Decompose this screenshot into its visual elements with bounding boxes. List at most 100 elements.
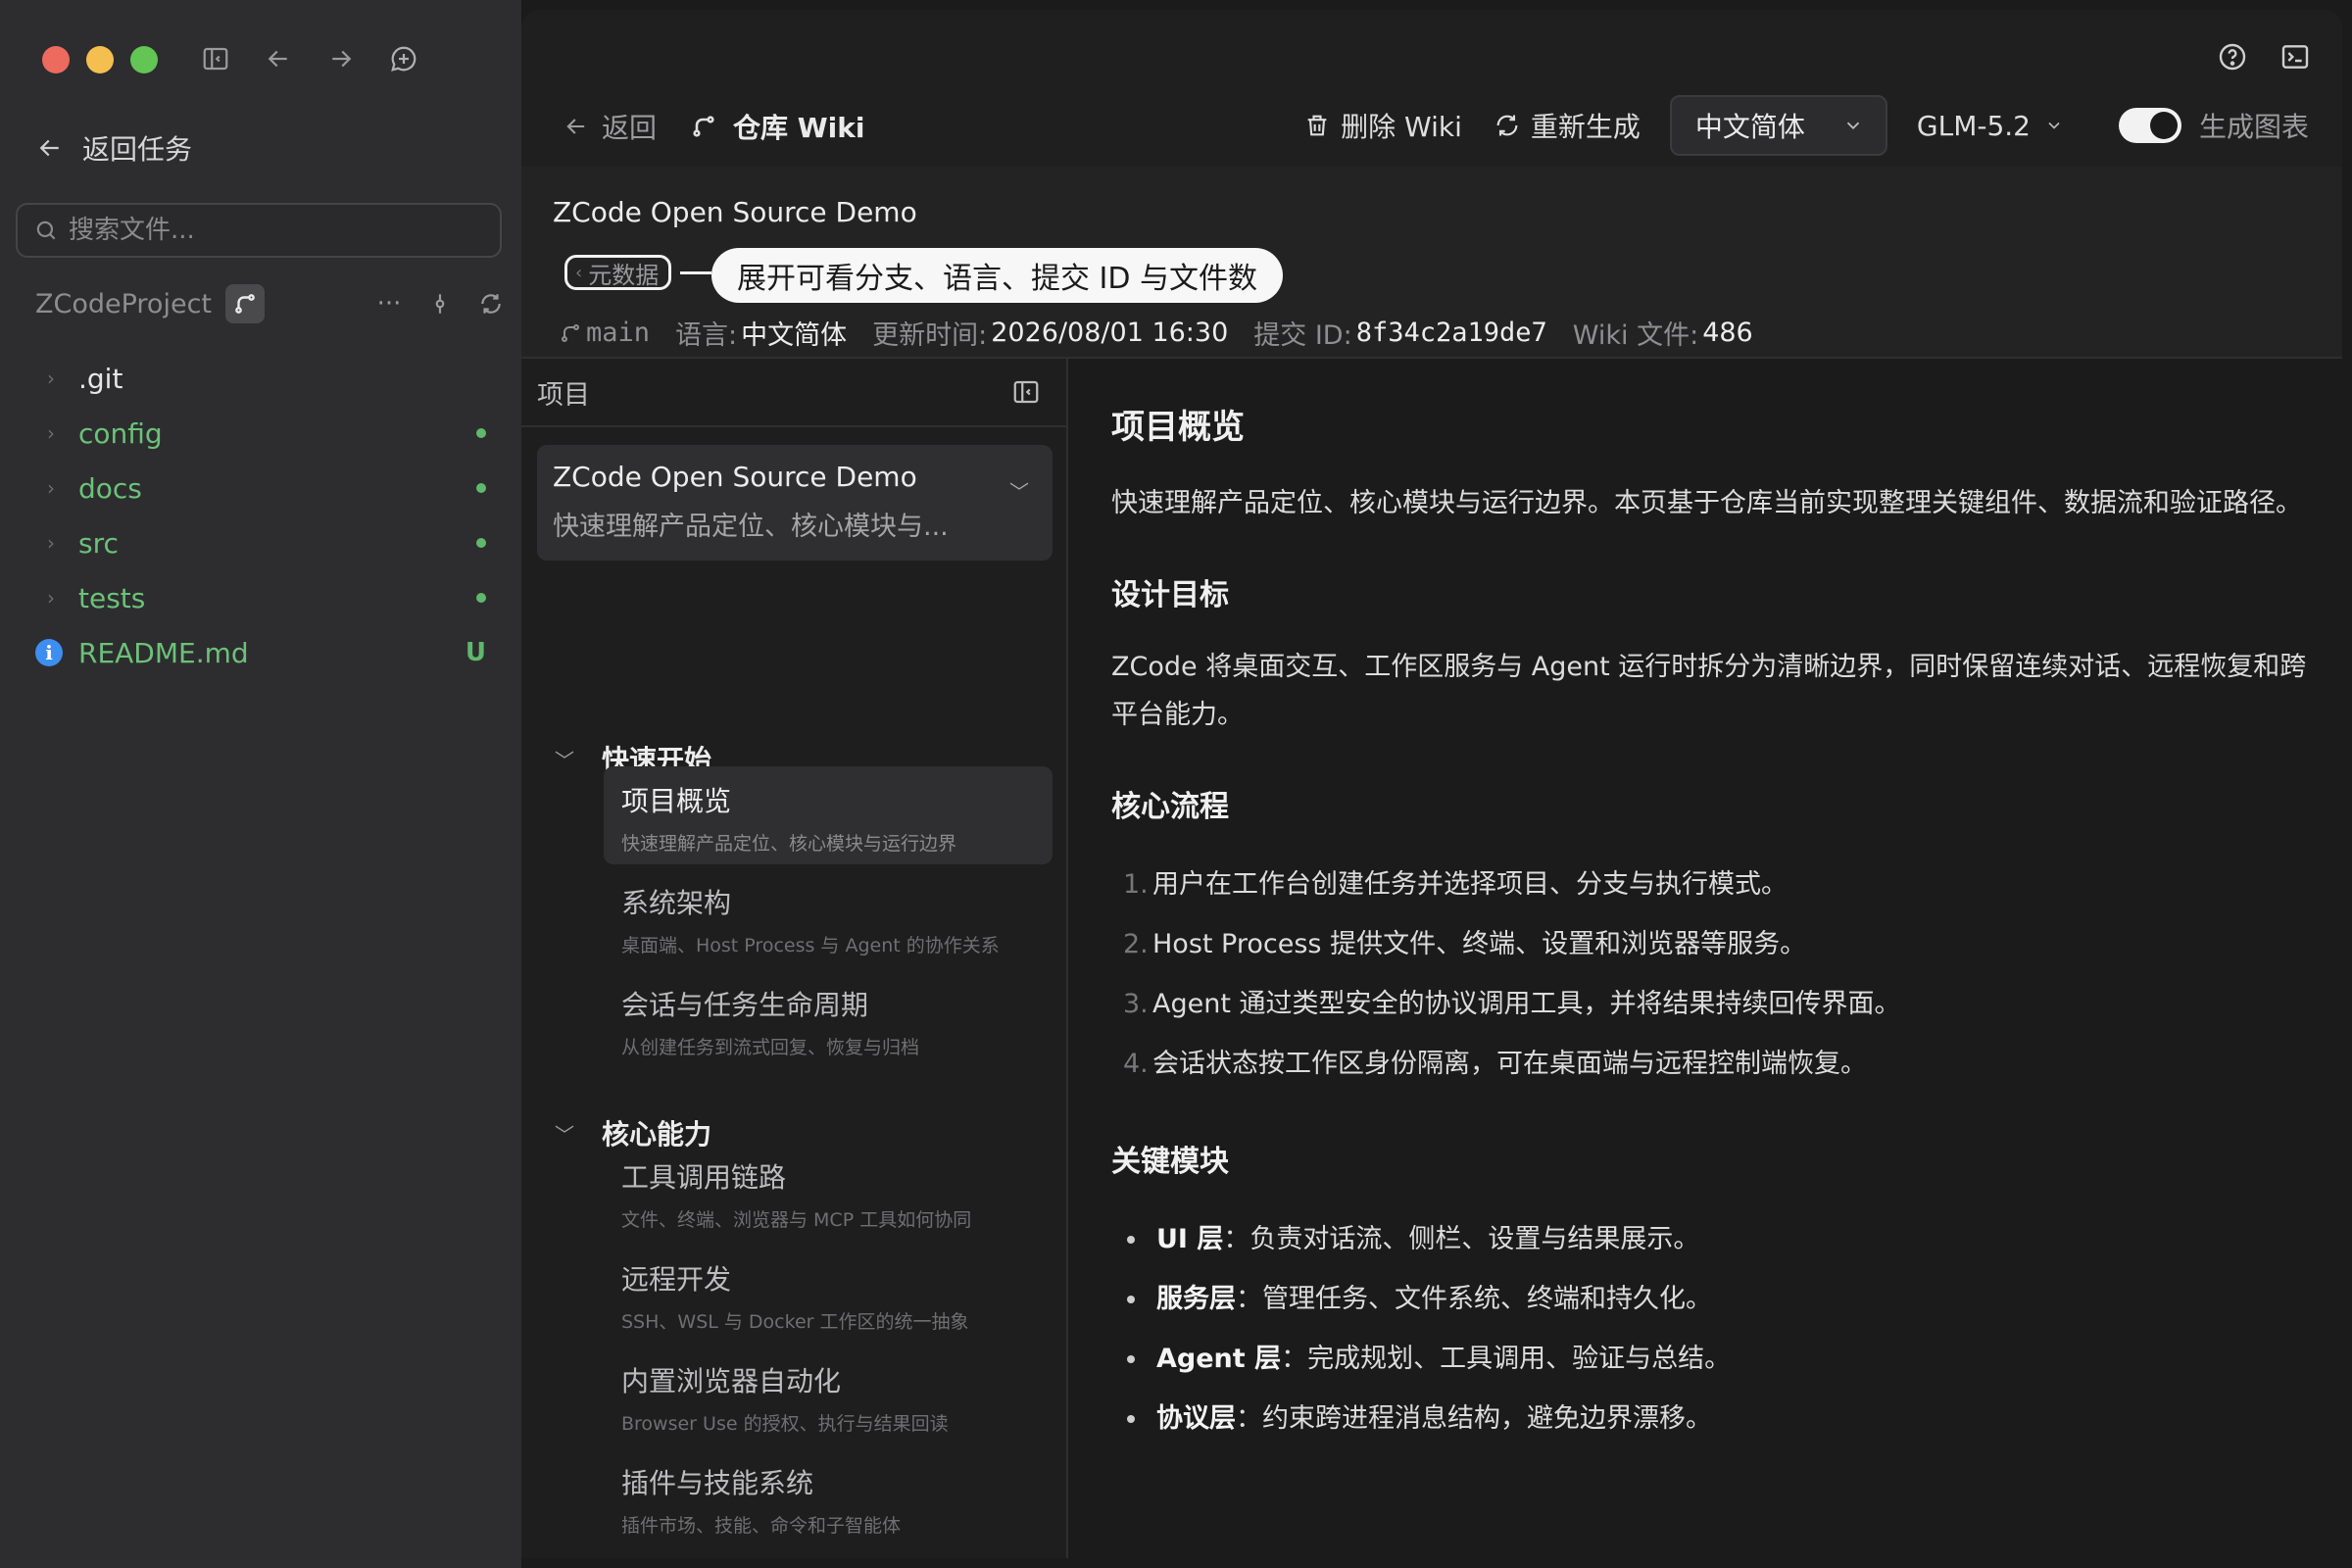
page-subtitle: Browser Use 的授权、执行与结果回读 <box>621 1413 949 1435</box>
project-card[interactable]: ZCode Open Source Demo 快速理解产品定位、核心模块与...… <box>537 445 1053 561</box>
more-options-icon[interactable]: ··· <box>374 289 404 318</box>
regenerate-label: 重新生成 <box>1530 111 1641 143</box>
regenerate-button[interactable]: 重新生成 <box>1494 106 1641 145</box>
page-item-plugins[interactable]: 插件与技能系统 插件市场、技能、命令和子智能体 <box>604 1448 1053 1546</box>
list-item: 1. 用户在工作台创建任务并选择项目、分支与执行模式。 <box>1111 855 2311 914</box>
page-subtitle: 桌面端、Host Process 与 Agent 的协作关系 <box>621 935 1000 956</box>
branch-name: main <box>586 318 651 348</box>
delete-wiki-button[interactable]: 删除 Wiki <box>1303 106 1462 145</box>
language-select-value: 中文简体 <box>1694 111 1805 143</box>
tree-item-src[interactable]: › src <box>35 515 486 570</box>
maximize-window-button[interactable] <box>130 46 158 74</box>
nav-back-icon[interactable] <box>259 39 298 78</box>
page-title: 系统架构 <box>621 887 732 919</box>
tree-item-readme[interactable]: i README.md U <box>35 625 486 680</box>
wiki-article: 项目概览 快速理解产品定位、核心模块与运行边界。本页基于仓库当前实现整理关键组件… <box>1070 359 2342 1558</box>
delete-wiki-label: 删除 Wiki <box>1341 111 1462 143</box>
project-card-title: ZCode Open Source Demo <box>553 461 917 493</box>
wiki-toolbar: 返回 仓库 Wiki 删除 Wiki 重新生成 中文简体 GLM-5.2 生成图… <box>521 10 2342 167</box>
page-subtitle: 从创建任务到流式回复、恢复与归档 <box>621 1037 920 1058</box>
collapse-panel-icon[interactable] <box>1011 377 1041 407</box>
article-title: 项目概览 <box>1111 408 1245 447</box>
module-name: Agent 层 <box>1156 1344 1282 1374</box>
model-select[interactable]: GLM-5.2 <box>1917 110 2064 142</box>
back-to-tasks-button[interactable]: 返回任务 <box>35 128 192 168</box>
page-item-architecture[interactable]: 系统架构 桌面端、Host Process 与 Agent 的协作关系 <box>604 868 1053 966</box>
wiki-back-label: 返回 <box>602 112 658 144</box>
page-title: 项目概览 <box>621 785 732 817</box>
terminal-icon[interactable] <box>2278 39 2313 74</box>
list-item: 3. Agent 通过类型安全的协议调用工具，并将结果持续回传界面。 <box>1111 974 2311 1034</box>
tree-item-config[interactable]: › config <box>35 406 486 461</box>
minimize-window-button[interactable] <box>86 46 114 74</box>
wiki-nav-header: 项目 <box>521 359 1066 427</box>
language-select[interactable]: 中文简体 <box>1669 95 1887 156</box>
files-value: 486 <box>1702 318 1753 348</box>
file-search-input[interactable] <box>69 216 480 245</box>
page-item-lifecycle[interactable]: 会话与任务生命周期 从创建任务到流式回复、恢复与归档 <box>604 970 1053 1068</box>
module-desc: ：管理任务、文件系统、终端和持久化。 <box>1236 1284 1712 1314</box>
design-text: ZCode 将桌面交互、工作区服务与 Agent 运行时拆分为清晰边界，同时保留… <box>1111 652 2307 730</box>
metadata-toggle[interactable]: ‹ 元数据 <box>564 255 672 290</box>
project-header: ZCodeProject ··· <box>35 282 506 325</box>
refresh-icon[interactable] <box>476 289 506 318</box>
callout-connector <box>680 271 711 274</box>
wiki-nav-panel: 项目 ZCode Open Source Demo 快速理解产品定位、核心模块与… <box>521 359 1068 1558</box>
chevron-right-icon: › <box>47 367 55 390</box>
flow-step-text: Host Process 提供文件、终端、设置和浏览器等服务。 <box>1152 929 1807 959</box>
chevron-right-icon: › <box>47 531 55 555</box>
module-desc: ：完成规划、工具调用、验证与总结。 <box>1281 1344 1732 1374</box>
page-subtitle: 插件市场、技能、命令和子智能体 <box>621 1515 902 1537</box>
refresh-icon <box>1496 115 1518 136</box>
list-item: UI 层：负责对话流、侧栏、设置与结果展示。 <box>1111 1209 2311 1269</box>
wiki-back-button[interactable]: 返回 <box>563 107 657 146</box>
back-to-tasks-label: 返回任务 <box>82 133 193 166</box>
repo-title: ZCode Open Source Demo <box>553 196 917 228</box>
page-item-tool-chain[interactable]: 工具调用链路 文件、终端、浏览器与 MCP 工具如何协同 <box>604 1143 1053 1241</box>
project-card-subtitle: 快速理解产品定位、核心模块与... <box>553 512 949 542</box>
updated-label: 更新时间: <box>872 320 988 351</box>
flow-step-text: Agent 通过类型安全的协议调用工具，并将结果持续回传界面。 <box>1152 989 1901 1019</box>
page-subtitle: SSH、WSL 与 Docker 工作区的统一抽象 <box>621 1311 969 1333</box>
module-desc: ：负责对话流、侧栏、设置与结果展示。 <box>1223 1224 1700 1254</box>
tree-item-git[interactable]: › .git <box>35 351 486 406</box>
search-icon <box>36 220 56 240</box>
modules-list: UI 层：负责对话流、侧栏、设置与结果展示。 服务层 ：管理任务、文件系统、终端和… <box>1111 1209 2311 1448</box>
chevron-right-icon: › <box>47 476 55 500</box>
list-item: 协议层 ：约束跨进程消息结构，避免边界漂移。 <box>1111 1389 2311 1448</box>
module-name: UI 层 <box>1156 1224 1224 1254</box>
close-window-button[interactable] <box>42 46 70 74</box>
file-search-box[interactable] <box>16 203 502 258</box>
updated-value: 2026/08/01 16:30 <box>991 318 1229 348</box>
untracked-badge: U <box>465 638 486 667</box>
wiki-title-label: 仓库 Wiki <box>733 112 865 144</box>
module-name: 服务层 <box>1156 1284 1236 1314</box>
arrow-left-icon <box>566 119 585 134</box>
toggle-sidebar-icon[interactable] <box>196 39 235 78</box>
design-heading: 设计目标 <box>1111 578 1229 612</box>
nav-forward-icon[interactable] <box>321 39 361 78</box>
new-chat-icon[interactable] <box>384 39 423 78</box>
language-label: 语言: <box>675 320 738 351</box>
tree-item-docs[interactable]: › docs <box>35 461 486 515</box>
file-name: src <box>78 526 119 560</box>
repo-header: ZCode Open Source Demo ‹ 元数据 展开可看分支、语言、提… <box>521 167 2342 359</box>
page-item-overview[interactable]: 项目概览 快速理解产品定位、核心模块与运行边界 <box>604 766 1053 864</box>
arrow-left-icon <box>39 139 59 157</box>
generate-diagram-toggle[interactable] <box>2118 108 2181 143</box>
commit-icon[interactable] <box>425 289 455 318</box>
project-name: ZCodeProject <box>35 288 212 319</box>
commit-value: 8f34c2a19de7 <box>1355 318 1547 348</box>
flow-step-text: 会话状态按工作区身份隔离，可在桌面端与远程控制端恢复。 <box>1152 1049 1867 1079</box>
wiki-window: 返回 仓库 Wiki 删除 Wiki 重新生成 中文简体 GLM-5.2 生成图… <box>521 10 2342 1558</box>
modified-dot <box>476 538 486 548</box>
branch-icon[interactable] <box>225 284 265 323</box>
file-name: README.md <box>78 636 249 669</box>
page-subtitle: 文件、终端、浏览器与 MCP 工具如何协同 <box>621 1209 972 1231</box>
page-subtitle: 快速理解产品定位、核心模块与运行边界 <box>621 833 957 855</box>
help-icon[interactable] <box>2215 39 2250 74</box>
page-item-browser-automation[interactable]: 内置浏览器自动化 Browser Use 的授权、执行与结果回读 <box>604 1347 1053 1445</box>
page-item-remote-dev[interactable]: 远程开发 SSH、WSL 与 Docker 工作区的统一抽象 <box>604 1245 1053 1343</box>
tree-item-tests[interactable]: › tests <box>35 570 486 625</box>
page-title: 工具调用链路 <box>621 1161 787 1194</box>
